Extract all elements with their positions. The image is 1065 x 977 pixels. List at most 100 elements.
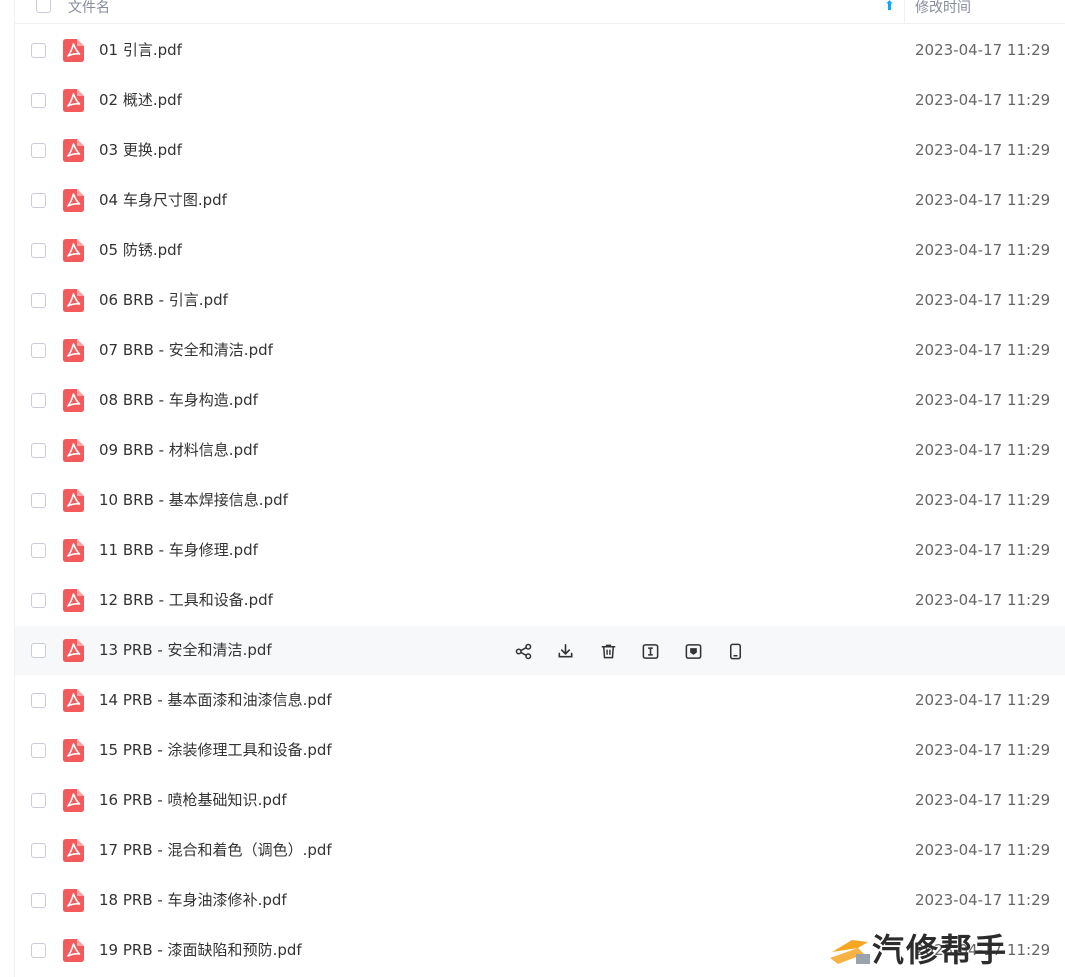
file-name[interactable]: 05 防锈.pdf [99,240,182,260]
pdf-file-icon [63,289,84,312]
row-checkbox[interactable] [31,543,46,558]
file-name[interactable]: 15 PRB - 涂装修理工具和设备.pdf [99,740,332,760]
collect-icon[interactable] [682,640,704,662]
file-name[interactable]: 12 BRB - 工具和设备.pdf [99,590,273,610]
file-name[interactable]: 17 PRB - 混合和着色（调色）.pdf [99,840,332,860]
row-checkbox[interactable] [31,593,46,608]
file-row[interactable]: 04 车身尺寸图.pdf 2023-04-17 11:29 [15,176,1065,225]
share-icon[interactable] [512,640,534,662]
file-row[interactable]: 10 BRB - 基本焊接信息.pdf 2023-04-17 11:29 [15,476,1065,525]
trash-icon[interactable] [597,640,619,662]
file-row[interactable]: 07 BRB - 安全和清洁.pdf 2023-04-17 11:29 [15,326,1065,375]
column-header-modified-time[interactable]: 修改时间 [915,0,971,16]
file-row[interactable]: 06 BRB - 引言.pdf 2023-04-17 11:29 [15,276,1065,325]
pdf-file-icon [63,139,84,162]
row-checkbox[interactable] [31,843,46,858]
file-row[interactable]: 08 BRB - 车身构造.pdf 2023-04-17 11:29 [15,376,1065,425]
file-name[interactable]: 03 更换.pdf [99,140,182,160]
file-row[interactable]: 13 PRB - 安全和清洁.pdf [15,626,1065,675]
file-name[interactable]: 13 PRB - 安全和清洁.pdf [99,640,272,660]
file-row[interactable]: 03 更换.pdf 2023-04-17 11:29 [15,126,1065,175]
file-row[interactable]: 14 PRB - 基本面漆和油漆信息.pdf 2023-04-17 11:29 [15,676,1065,725]
pdf-file-icon [63,39,84,62]
file-row[interactable]: 18 PRB - 车身油漆修补.pdf 2023-04-17 11:29 [15,876,1065,925]
pdf-file-icon [63,439,84,462]
pdf-file-icon [63,339,84,362]
modified-time: 2023-04-17 11:29 [915,441,1051,459]
arrow-up-icon[interactable]: ⬆ [884,0,895,14]
file-name[interactable]: 18 PRB - 车身油漆修补.pdf [99,890,287,910]
row-checkbox[interactable] [31,793,46,808]
file-name[interactable]: 14 PRB - 基本面漆和油漆信息.pdf [99,690,332,710]
modified-time: 2023-04-17 11:29 [915,391,1051,409]
row-checkbox[interactable] [31,43,46,58]
file-row[interactable]: 15 PRB - 涂装修理工具和设备.pdf 2023-04-17 11:29 [15,726,1065,775]
row-checkbox[interactable] [31,393,46,408]
row-checkbox[interactable] [31,643,46,658]
watermark: 汽修帮手 [828,930,1065,974]
row-checkbox[interactable] [31,943,46,958]
row-checkbox[interactable] [31,693,46,708]
mobile-icon[interactable] [725,640,747,662]
row-checkbox[interactable] [31,293,46,308]
file-name[interactable]: 09 BRB - 材料信息.pdf [99,440,258,460]
file-row[interactable]: 05 防锈.pdf 2023-04-17 11:29 [15,226,1065,275]
pdf-file-icon [63,489,84,512]
modified-time: 2023-04-17 11:29 [915,691,1051,709]
pdf-file-icon [63,889,84,912]
file-name[interactable]: 19 PRB - 漆面缺陷和预防.pdf [99,940,302,960]
file-row[interactable]: 11 BRB - 车身修理.pdf 2023-04-17 11:29 [15,526,1065,575]
file-name[interactable]: 10 BRB - 基本焊接信息.pdf [99,490,288,510]
file-name[interactable]: 01 引言.pdf [99,40,182,60]
modified-time: 2023-04-17 11:29 [915,341,1051,359]
modified-time: 2023-04-17 11:29 [915,541,1051,559]
file-name[interactable]: 02 概述.pdf [99,90,182,110]
modified-time: 2023-04-17 11:29 [915,841,1051,859]
rename-icon[interactable] [640,640,662,662]
modified-time: 2023-04-17 11:29 [915,591,1051,609]
file-name[interactable]: 11 BRB - 车身修理.pdf [99,540,258,560]
pdf-file-icon [63,539,84,562]
pdf-file-icon [63,739,84,762]
modified-time: 2023-04-17 11:29 [915,191,1051,209]
file-name[interactable]: 08 BRB - 车身构造.pdf [99,390,258,410]
file-name[interactable]: 04 车身尺寸图.pdf [99,190,227,210]
row-checkbox[interactable] [31,493,46,508]
modified-time: 2023-04-17 11:29 [915,241,1051,259]
modified-time: 2023-04-17 11:29 [915,91,1051,109]
file-row[interactable]: 09 BRB - 材料信息.pdf 2023-04-17 11:29 [15,426,1065,475]
row-checkbox[interactable] [31,93,46,108]
file-list-header: 文件名 ⬆ 修改时间 [14,0,1065,24]
row-checkbox[interactable] [31,443,46,458]
modified-time: 2023-04-17 11:29 [915,41,1051,59]
pdf-file-icon [63,789,84,812]
pdf-file-icon [63,89,84,112]
row-checkbox[interactable] [31,193,46,208]
file-name[interactable]: 07 BRB - 安全和清洁.pdf [99,340,273,360]
row-checkbox[interactable] [31,243,46,258]
pdf-file-icon [63,939,84,962]
file-name[interactable]: 16 PRB - 喷枪基础知识.pdf [99,790,287,810]
pdf-file-icon [63,589,84,612]
file-row[interactable]: 17 PRB - 混合和着色（调色）.pdf 2023-04-17 11:29 [15,826,1065,875]
row-checkbox[interactable] [31,343,46,358]
pdf-file-icon [63,689,84,712]
row-checkbox[interactable] [31,143,46,158]
download-icon[interactable] [555,640,577,662]
column-header-name[interactable]: 文件名 [68,0,110,16]
file-row[interactable]: 01 引言.pdf 2023-04-17 11:29 [15,26,1065,75]
select-all-checkbox[interactable] [36,0,51,13]
pdf-file-icon [63,189,84,212]
file-row[interactable]: 02 概述.pdf 2023-04-17 11:29 [15,76,1065,125]
pdf-file-icon [63,239,84,262]
modified-time: 2023-04-17 11:29 [915,891,1051,909]
row-checkbox[interactable] [31,743,46,758]
row-checkbox[interactable] [31,893,46,908]
modified-time: 2023-04-17 11:29 [915,791,1051,809]
file-row[interactable]: 12 BRB - 工具和设备.pdf 2023-04-17 11:29 [15,576,1065,625]
file-row[interactable]: 16 PRB - 喷枪基础知识.pdf 2023-04-17 11:29 [15,776,1065,825]
file-name[interactable]: 06 BRB - 引言.pdf [99,290,228,310]
column-divider [904,0,905,24]
watermark-text: 汽修帮手 [872,931,1009,969]
modified-time: 2023-04-17 11:29 [915,491,1051,509]
